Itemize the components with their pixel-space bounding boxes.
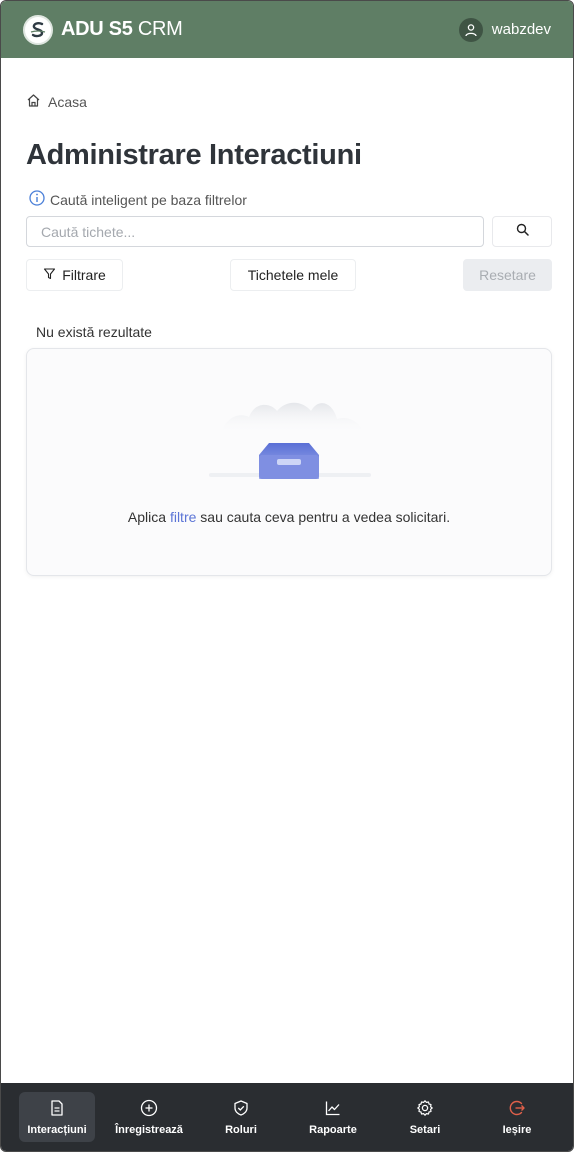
search-hint: Caută inteligent pe baza filtrelor	[29, 190, 247, 209]
document-icon	[48, 1099, 66, 1120]
user-icon	[458, 17, 483, 42]
user-menu[interactable]: wabzdev	[458, 17, 551, 42]
search-row	[26, 216, 552, 247]
reset-button[interactable]: Resetare	[463, 259, 552, 291]
nav-item-iesire[interactable]: Ieșire	[479, 1092, 555, 1142]
home-icon	[26, 93, 41, 111]
filter-button[interactable]: Filtrare	[26, 259, 123, 291]
nav-item-interactiuni[interactable]: Interacțiuni	[19, 1092, 95, 1142]
filter-icon	[43, 267, 56, 283]
nav-item-inregistreaza[interactable]: Înregistrează	[111, 1092, 187, 1142]
bottom-navigation: Interacțiuni Înregistrează Roluri Rapoar…	[1, 1083, 573, 1151]
app-frame: ADU S5 CRM wabzdev Acasa Administrare In…	[0, 0, 574, 1152]
filter-label: Filtrare	[62, 267, 106, 283]
my-tickets-button[interactable]: Tichetele mele	[230, 259, 356, 291]
shield-icon	[232, 1099, 250, 1120]
nav-item-setari[interactable]: Setari	[387, 1092, 463, 1142]
breadcrumb[interactable]: Acasa	[26, 93, 87, 111]
chart-line-icon	[324, 1099, 342, 1120]
empty-inbox-icon	[209, 402, 371, 479]
filters-link[interactable]: filtre	[170, 509, 196, 525]
empty-state-card: Aplica filtre sau cauta ceva pentru a ve…	[26, 348, 552, 576]
username: wabzdev	[491, 21, 551, 38]
brand[interactable]: ADU S5 CRM	[23, 14, 183, 45]
brand-name: ADU S5 CRM	[61, 18, 183, 40]
logout-icon	[508, 1099, 526, 1120]
info-icon	[29, 190, 45, 209]
nav-item-rapoarte[interactable]: Rapoarte	[295, 1092, 371, 1142]
nav-item-roluri[interactable]: Roluri	[203, 1092, 279, 1142]
page-title: Administrare Interactiuni	[26, 139, 362, 171]
hint-text: Caută inteligent pe baza filtrelor	[50, 191, 247, 208]
top-header: ADU S5 CRM wabzdev	[1, 1, 573, 58]
plus-circle-icon	[140, 1099, 158, 1120]
breadcrumb-home[interactable]: Acasa	[48, 94, 87, 110]
gear-icon	[416, 1099, 434, 1120]
search-icon	[516, 223, 529, 241]
search-input[interactable]	[26, 216, 484, 247]
empty-state-message: Aplica filtre sau cauta ceva pentru a ve…	[127, 509, 451, 525]
logo-icon	[23, 14, 53, 45]
no-results-label: Nu există rezultate	[36, 324, 152, 340]
search-button[interactable]	[492, 216, 552, 247]
